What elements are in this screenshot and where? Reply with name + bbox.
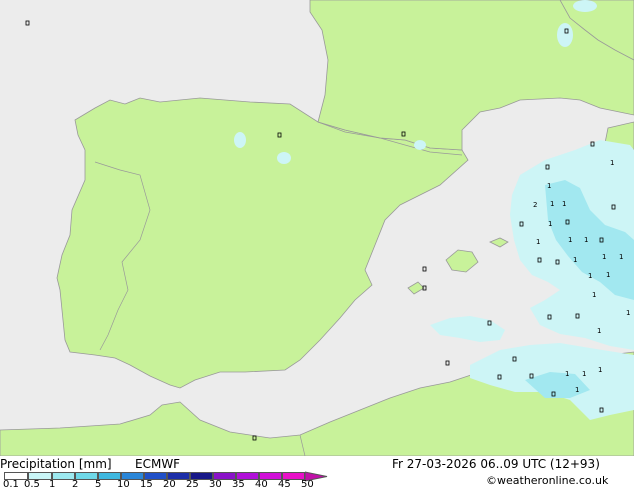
precip-value-label: 1 (582, 370, 586, 378)
precip-spot-4 (557, 23, 573, 47)
precip-value-label: 1 (562, 200, 566, 208)
legend-title: Precipitation [mm] (0, 457, 112, 471)
colorbar-label: 50 (301, 479, 314, 490)
precip-value-label: 1 (606, 271, 610, 279)
model-name: ECMWF (135, 457, 181, 471)
precip-spot-5 (573, 0, 597, 12)
colorbar-label: 5 (95, 479, 102, 490)
colorbar-label: 40 (255, 479, 268, 490)
precip-value-label: 1 (588, 272, 592, 280)
colorbar-label: 1 (49, 479, 56, 490)
precip-value-label: 1 (598, 366, 602, 374)
precip-value-label: 1 (610, 159, 614, 167)
precipitation-map: 1 1 2 1 1 1 1 1 1 1 1 1 1 1 1 1 1 1 1 1 … (0, 0, 634, 456)
precip-value-label: 1 (597, 327, 601, 335)
precip-spot-1 (234, 132, 246, 148)
colorbar-label: 10 (117, 479, 130, 490)
precip-value-label: 1 (547, 182, 551, 190)
precip-value-label: 1 (568, 236, 572, 244)
precip-value-label: 1 (536, 238, 540, 246)
precip-value-label: 1 (602, 253, 606, 261)
forecast-datetime: Fr 27-03-2026 06..09 UTC (12+93) (392, 457, 600, 471)
precip-value-label: 1 (575, 386, 579, 394)
colorbar-label: 45 (278, 479, 291, 490)
precip-value-label: 1 (573, 256, 577, 264)
colorbar-label: 25 (186, 479, 199, 490)
precip-spot-3 (414, 140, 426, 150)
colorbar-label: 15 (140, 479, 153, 490)
colorbar-label: 30 (209, 479, 222, 490)
colorbar-label: 35 (232, 479, 245, 490)
precip-value-label: 1 (550, 200, 554, 208)
precip-spot-2 (277, 152, 291, 164)
precip-value-label: 1 (619, 253, 623, 261)
colorbar-label: 2 (72, 479, 79, 490)
colorbar-label: 0.5 (24, 479, 40, 490)
map-footer: Precipitation [mm] ECMWF Fr 27-03-2026 0… (0, 456, 634, 490)
precip-value-label: 1 (584, 236, 588, 244)
precip-value-label: 1 (548, 220, 552, 228)
precip-value-label: 2 (533, 201, 537, 209)
colorbar-label: 20 (163, 479, 176, 490)
precip-value-label: 1 (626, 309, 630, 317)
copyright-text: ©weatheronline.co.uk (486, 474, 609, 487)
precip-value-label: 1 (592, 291, 596, 299)
precip-value-label: 1 (565, 370, 569, 378)
colorbar-label: 0.1 (3, 479, 19, 490)
